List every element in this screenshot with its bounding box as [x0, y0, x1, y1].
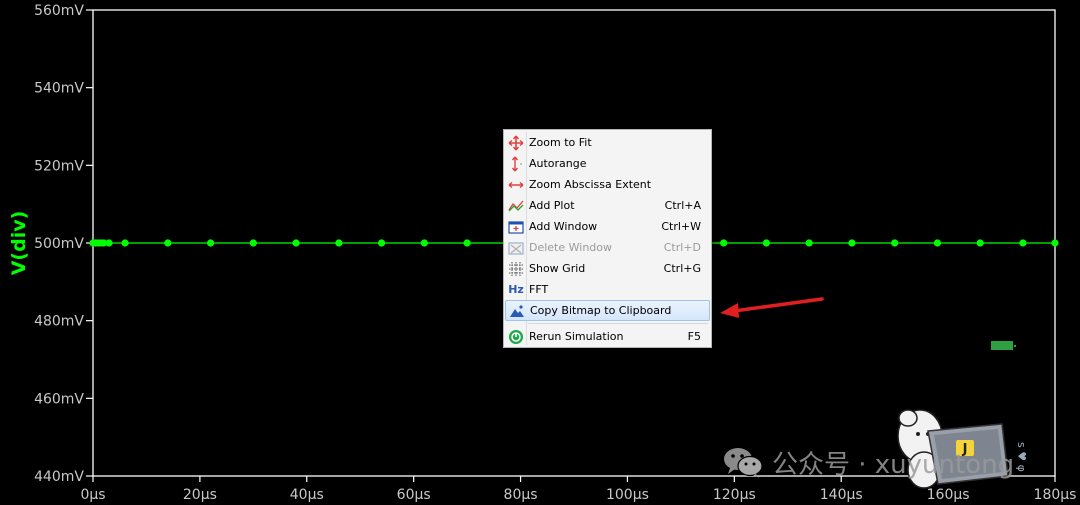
y-tick-label: 560mV	[34, 3, 84, 19]
y-tick-label: 500mV	[34, 236, 84, 252]
menu-label: Show Grid	[529, 262, 586, 275]
menu-shortcut: Ctrl+G	[663, 262, 701, 275]
x-tick-label: 140µs	[820, 487, 863, 503]
menu-label: Autorange	[529, 157, 587, 170]
y-tick-label: 440mV	[34, 469, 84, 485]
data-point	[933, 239, 942, 247]
delete-window-icon	[506, 237, 526, 258]
add-plot-icon	[506, 195, 526, 216]
annotation-arrow	[720, 297, 824, 318]
rerun-icon	[506, 326, 526, 347]
menu-item-autorange[interactable]: Autorange	[505, 153, 710, 174]
menu-item-zoom-to-fit[interactable]: Zoom to Fit	[505, 132, 710, 153]
menu-label: Rerun Simulation	[529, 330, 624, 343]
trace-marker-dot	[1014, 345, 1016, 347]
data-point	[292, 239, 300, 247]
copy-bitmap-icon	[507, 300, 527, 321]
menu-label: Add Plot	[529, 199, 575, 212]
y-tick-label: 540mV	[34, 81, 84, 97]
x-tick-label: 100µs	[606, 487, 649, 503]
data-point	[420, 239, 428, 247]
data-point	[762, 239, 771, 247]
menu-shortcut: F5	[687, 330, 701, 343]
x-tick-label: 20µs	[183, 487, 217, 503]
menu-item-rerun-simulation[interactable]: Rerun Simulation F5	[505, 326, 710, 347]
y-axis-label: V(div)	[8, 211, 30, 276]
data-point	[249, 239, 257, 247]
zoom-fit-icon	[506, 132, 526, 153]
add-window-icon	[506, 216, 526, 237]
x-tick-label: 60µs	[397, 487, 431, 503]
fft-icon: Hz	[506, 279, 526, 300]
x-tick-label: 80µs	[504, 487, 538, 503]
data-point	[206, 239, 215, 247]
y-tick-label: 460mV	[34, 391, 84, 407]
x-tick-label: 120µs	[713, 487, 756, 503]
y-tick-label: 480mV	[34, 314, 84, 330]
menu-item-add-plot[interactable]: Add Plot Ctrl+A	[505, 195, 710, 216]
data-point	[164, 239, 172, 247]
zoom-abscissa-icon	[506, 174, 526, 195]
data-point	[335, 239, 343, 247]
data-point	[805, 239, 813, 247]
data-point	[976, 239, 984, 247]
y-axis-ticks: 560mV 540mV 520mV 500mV 480mV 460mV 440mV	[34, 3, 93, 485]
x-tick-label: 40µs	[290, 487, 324, 503]
menu-item-delete-window[interactable]: Delete Window Ctrl+D	[505, 237, 710, 258]
data-point	[463, 239, 471, 247]
mascot-side-glyphs: s ♥ φ	[1015, 442, 1028, 472]
menu-label: FFT	[529, 283, 549, 296]
menu-separator	[528, 323, 708, 324]
data-point	[848, 239, 856, 247]
menu-item-fft[interactable]: Hz FFT	[505, 279, 710, 300]
data-point	[121, 239, 129, 247]
menu-item-show-grid[interactable]: Show Grid Ctrl+G	[505, 258, 710, 279]
watermark: 公众号 · xuyuntong	[722, 440, 1014, 484]
menu-label: Zoom to Fit	[529, 136, 592, 149]
menu-label: Zoom Abscissa Extent	[529, 178, 652, 191]
autorange-icon	[506, 153, 526, 174]
plot-context-menu: Zoom to Fit Autorange Zoom Abscissa Exte…	[503, 129, 712, 348]
menu-item-copy-bitmap[interactable]: Copy Bitmap to Clipboard	[505, 300, 710, 321]
menu-label: Copy Bitmap to Clipboard	[530, 304, 672, 317]
watermark-text: 公众号 · xuyuntong	[772, 449, 1015, 480]
trace-marker	[991, 341, 1013, 350]
grid-icon	[506, 258, 526, 279]
data-point	[891, 239, 899, 247]
menu-shortcut: Ctrl+D	[663, 241, 701, 254]
menu-label: Delete Window	[529, 241, 613, 254]
wechat-icon	[724, 448, 763, 478]
data-point	[105, 239, 113, 247]
menu-shortcut: Ctrl+A	[664, 199, 701, 212]
data-point	[378, 239, 386, 247]
y-tick-label: 520mV	[34, 158, 84, 174]
menu-item-zoom-abscissa-extent[interactable]: Zoom Abscissa Extent	[505, 174, 710, 195]
data-point	[720, 239, 728, 247]
menu-label: Add Window	[529, 220, 598, 233]
data-point	[1019, 239, 1027, 247]
data-point	[1051, 239, 1059, 247]
menu-shortcut: Ctrl+W	[661, 220, 701, 233]
fft-icon-text: Hz	[508, 283, 524, 296]
menu-item-add-window[interactable]: Add Window Ctrl+W	[505, 216, 710, 237]
x-tick-label: 0µs	[80, 487, 105, 503]
